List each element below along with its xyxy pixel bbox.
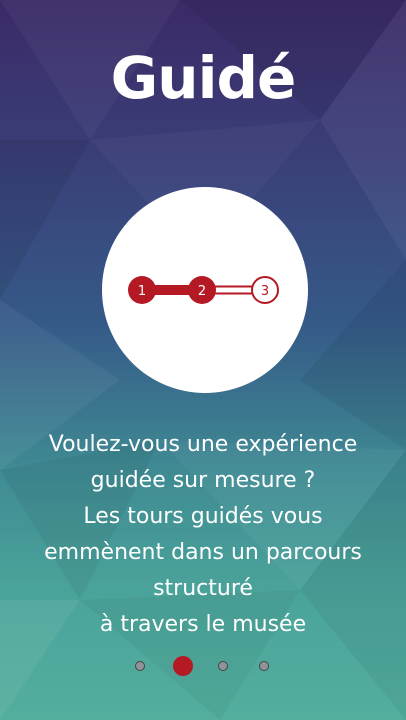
screen-description: Voulez-vous une expérience guidée sur me…: [44, 432, 362, 637]
step-progress-icon: 1 2 3: [128, 276, 279, 304]
page-dot-4[interactable]: [259, 661, 269, 671]
page-dot-2-active[interactable]: [173, 656, 193, 676]
onboarding-screen: Guidé 1 2 3 Voulez-vous une expérience g…: [0, 0, 406, 720]
step-3: 3: [251, 276, 279, 304]
guide-illustration: 1 2 3: [102, 187, 308, 393]
step-2-label: 2: [198, 284, 206, 299]
step-1: 1: [128, 276, 156, 304]
page-dot-1[interactable]: [135, 661, 145, 671]
step-1-label: 1: [138, 284, 146, 299]
page-indicator: [0, 656, 406, 676]
page-dot-3[interactable]: [218, 661, 228, 671]
step-3-label: 3: [261, 284, 269, 299]
step-2: 2: [188, 276, 216, 304]
screen-title: Guidé: [110, 44, 297, 112]
